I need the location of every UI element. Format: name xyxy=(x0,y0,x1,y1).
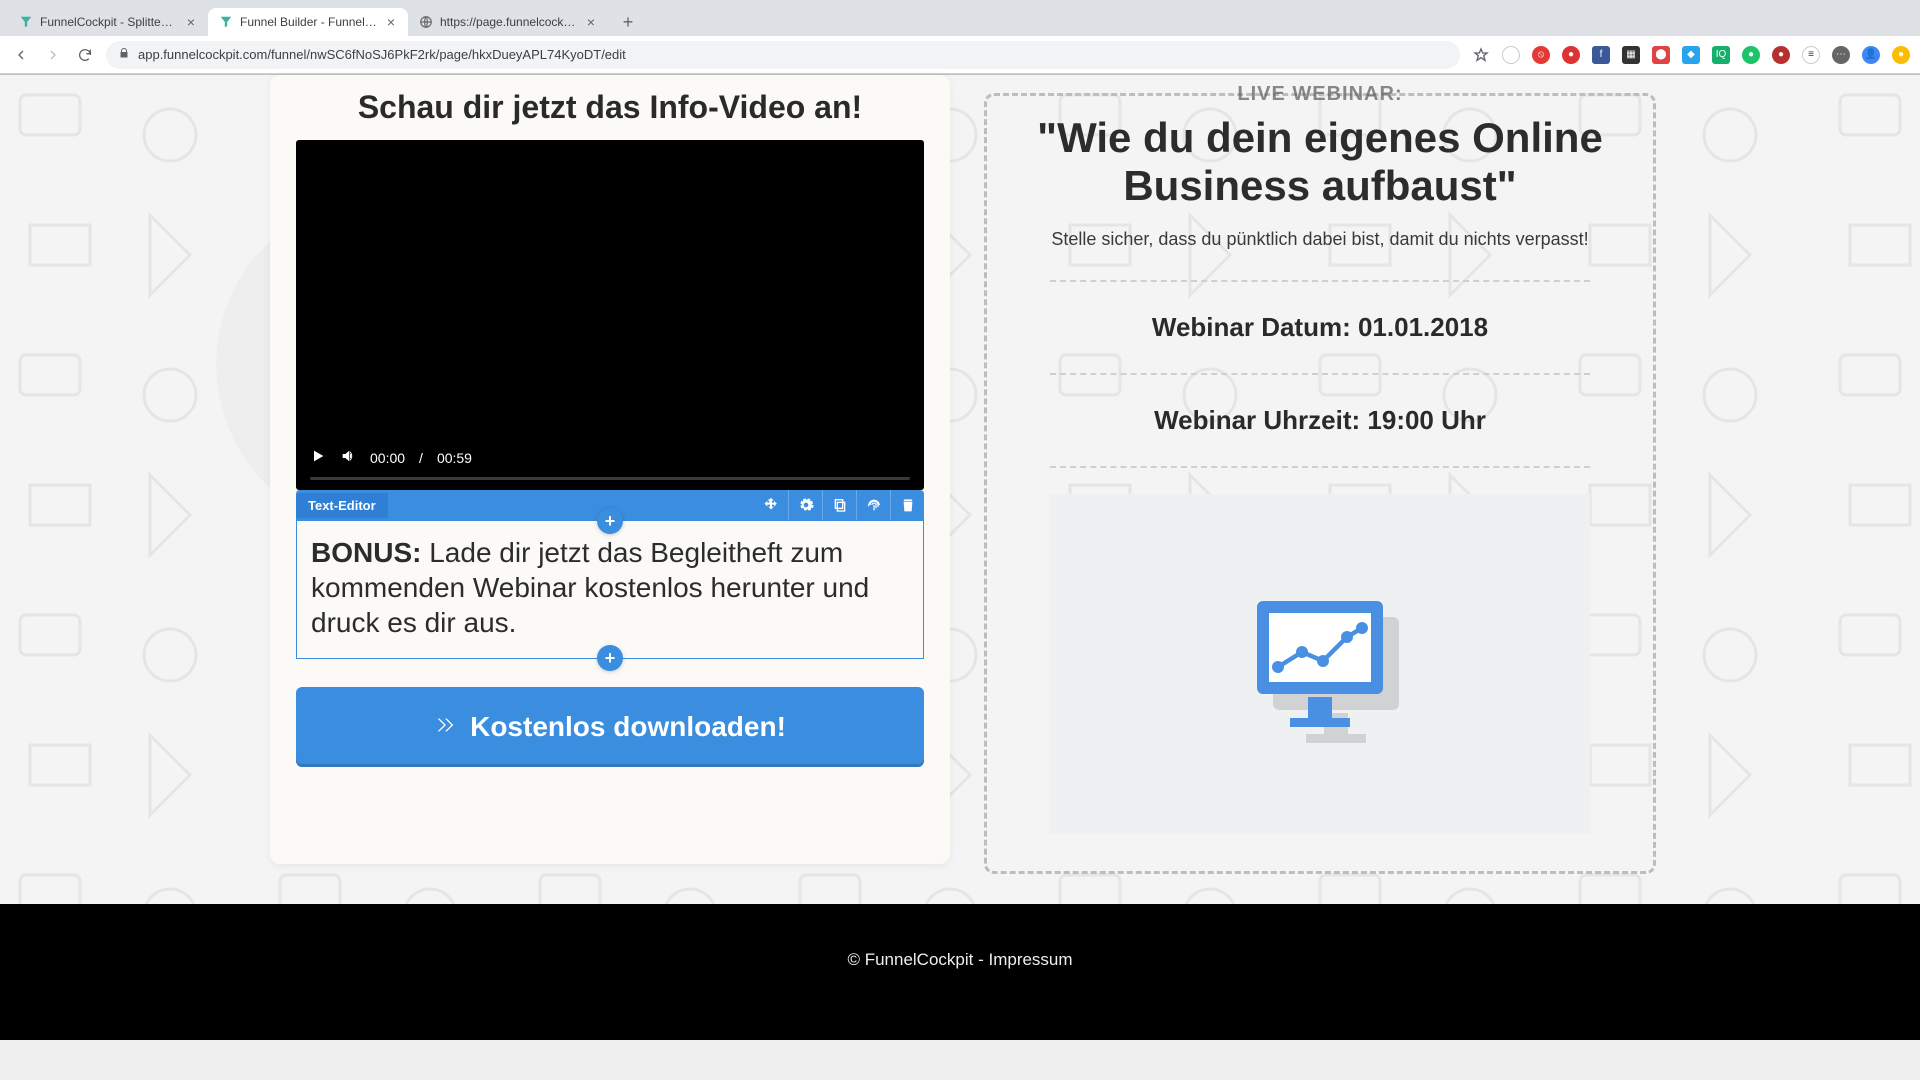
extension-icon[interactable]: ▦ xyxy=(1622,46,1640,64)
webinar-illustration xyxy=(1050,494,1590,834)
download-cta-button[interactable]: Kostenlos downloaden! xyxy=(296,687,924,767)
tab-title: Funnel Builder - FunnelCockpit xyxy=(240,15,378,29)
funnel-icon xyxy=(18,14,34,30)
forward-button[interactable] xyxy=(42,44,64,66)
volume-icon[interactable] xyxy=(340,448,356,467)
dashed-divider xyxy=(1050,466,1590,468)
extension-icon[interactable]: f xyxy=(1592,46,1610,64)
reload-button[interactable] xyxy=(74,44,96,66)
browser-tab-2[interactable]: https://page.funnelcockpit.co × xyxy=(408,8,608,36)
element-type-label[interactable]: Text-Editor xyxy=(296,493,388,518)
video-player[interactable]: 00:00 / 00:59 xyxy=(296,140,924,490)
gear-icon[interactable] xyxy=(788,490,822,520)
back-button[interactable] xyxy=(10,44,32,66)
browser-toolbar: app.funnelcockpit.com/funnel/nwSC6fNoSJ6… xyxy=(0,36,1920,74)
browser-tab-1[interactable]: Funnel Builder - FunnelCockpit × xyxy=(208,8,408,36)
extension-icon[interactable]: ● xyxy=(1742,46,1760,64)
extension-icon[interactable]: ◆ xyxy=(1682,46,1700,64)
extension-icon[interactable]: ≡ xyxy=(1802,46,1820,64)
extension-icon[interactable]: IQ xyxy=(1712,46,1730,64)
page-footer: © FunnelCockpit - Impressum xyxy=(0,904,1920,1040)
globe-icon xyxy=(418,14,434,30)
card-heading: Schau dir jetzt das Info-Video an! xyxy=(296,89,924,126)
webinar-subline: Stelle sicher, dass du pünktlich dabei b… xyxy=(1020,229,1620,250)
tab-title: FunnelCockpit - Splittests, Ma xyxy=(40,15,178,29)
webinar-time: Webinar Uhrzeit: 19:00 Uhr xyxy=(1020,395,1620,446)
chevrons-right-icon xyxy=(434,711,456,743)
extension-icon[interactable] xyxy=(1502,46,1520,64)
video-progress-bar[interactable] xyxy=(310,477,910,480)
address-bar[interactable]: app.funnelcockpit.com/funnel/nwSC6fNoSJ6… xyxy=(106,41,1460,69)
text-editor-block[interactable]: + BONUS: Lade dir jetzt das Begleitheft … xyxy=(296,520,924,659)
extension-icons: ⦸ ● f ▦ ⬤ ◆ IQ ● ● ≡ ⋯ 👤 ● xyxy=(1502,46,1910,64)
browser-chrome: FunnelCockpit - Splittests, Ma × Funnel … xyxy=(0,0,1920,75)
cta-label: Kostenlos downloaden! xyxy=(470,711,786,743)
tab-title: https://page.funnelcockpit.co xyxy=(440,15,578,29)
left-card: Schau dir jetzt das Info-Video an! 00:00… xyxy=(270,75,950,864)
extension-icon[interactable]: ⦸ xyxy=(1532,46,1550,64)
footer-copyright[interactable]: © FunnelCockpit - Impressum xyxy=(847,950,1072,969)
extension-icon[interactable]: ● xyxy=(1562,46,1580,64)
play-icon[interactable] xyxy=(310,448,326,467)
close-icon[interactable]: × xyxy=(184,15,198,29)
move-icon[interactable] xyxy=(754,490,788,520)
bonus-label: BONUS: xyxy=(311,537,421,568)
video-controls: 00:00 / 00:59 xyxy=(296,440,924,490)
bonus-paragraph[interactable]: BONUS: Lade dir jetzt das Begleitheft zu… xyxy=(311,535,909,640)
extension-icon[interactable]: ● xyxy=(1892,46,1910,64)
webinar-eyebrow: LIVE WEBINAR: xyxy=(1020,83,1620,106)
add-element-after-button[interactable]: + xyxy=(597,645,623,671)
dashed-divider xyxy=(1050,373,1590,375)
video-current-time: 00:00 xyxy=(370,450,405,466)
video-duration: 00:59 xyxy=(437,450,472,466)
lock-icon xyxy=(118,47,130,62)
add-element-before-button[interactable]: + xyxy=(597,508,623,534)
star-icon[interactable] xyxy=(1470,44,1492,66)
url-text: app.funnelcockpit.com/funnel/nwSC6fNoSJ6… xyxy=(138,47,626,62)
close-icon[interactable]: × xyxy=(584,15,598,29)
webinar-panel: LIVE WEBINAR: "Wie du dein eigenes Onlin… xyxy=(990,75,1650,864)
fingerprint-icon[interactable] xyxy=(856,490,890,520)
browser-tab-0[interactable]: FunnelCockpit - Splittests, Ma × xyxy=(8,8,208,36)
extension-icon[interactable]: ● xyxy=(1772,46,1790,64)
extension-icon[interactable]: ⋯ xyxy=(1832,46,1850,64)
copy-icon[interactable] xyxy=(822,490,856,520)
new-tab-button[interactable]: + xyxy=(614,8,642,36)
profile-avatar[interactable]: 👤 xyxy=(1862,46,1880,64)
monitor-chart-icon xyxy=(1230,574,1410,754)
page-canvas: Schau dir jetzt das Info-Video an! 00:00… xyxy=(0,75,1920,1040)
tab-bar: FunnelCockpit - Splittests, Ma × Funnel … xyxy=(0,0,1920,36)
webinar-headline: "Wie du dein eigenes Online Business auf… xyxy=(1020,114,1620,211)
close-icon[interactable]: × xyxy=(384,15,398,29)
trash-icon[interactable] xyxy=(890,490,924,520)
funnel-icon xyxy=(218,14,234,30)
extension-icon[interactable]: ⬤ xyxy=(1652,46,1670,64)
dashed-divider xyxy=(1050,280,1590,282)
webinar-date: Webinar Datum: 01.01.2018 xyxy=(1020,302,1620,353)
video-time-separator: / xyxy=(419,450,423,466)
